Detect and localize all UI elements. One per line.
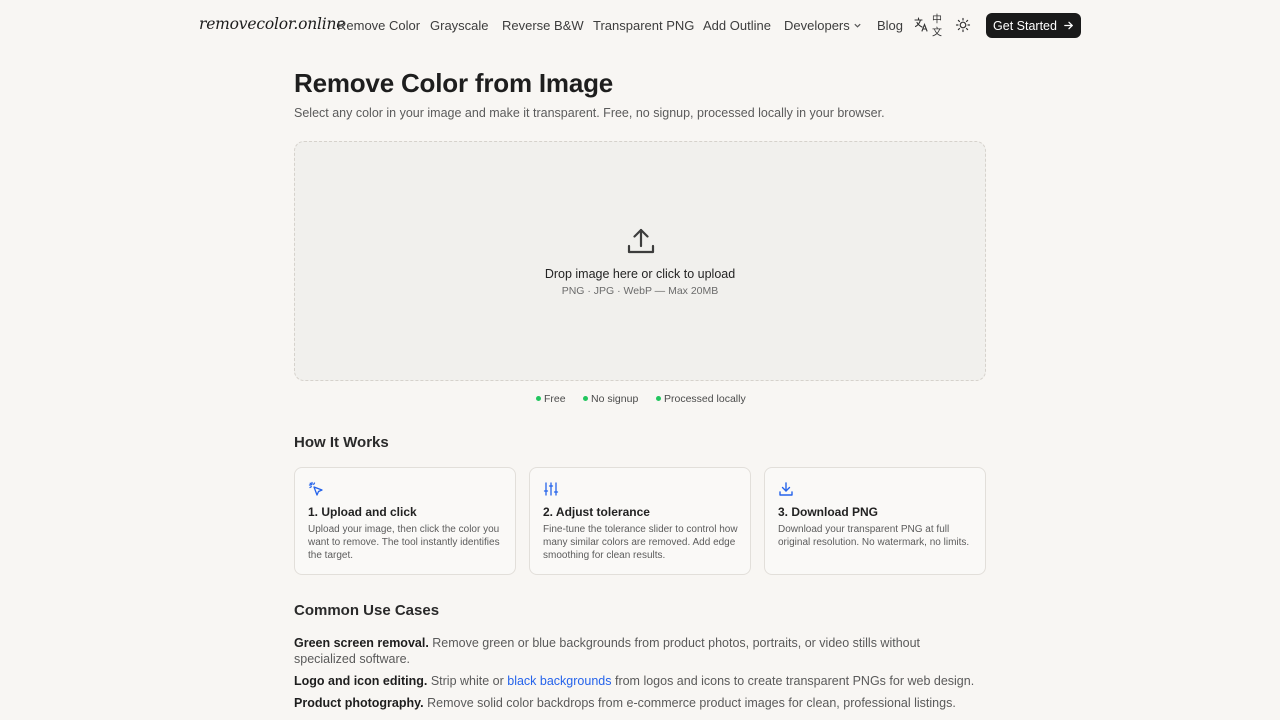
step-card-upload: 1. Upload and click Upload your image, t… <box>294 467 516 575</box>
get-started-label: Get Started <box>993 18 1057 33</box>
use-cases-heading: Common Use Cases <box>294 602 440 619</box>
page-subtitle: Select any color in your image and make … <box>294 106 885 120</box>
arrow-right-icon <box>1064 21 1073 30</box>
click-cursor-icon <box>308 481 323 496</box>
theme-toggle-button[interactable] <box>955 17 971 33</box>
nav-add-outline[interactable]: Add Outline <box>703 18 771 33</box>
site-logo[interactable]: removecolor.online <box>199 15 345 33</box>
dropzone-main-text: Drop image here or click to upload <box>544 267 736 281</box>
use-case-title: Product photography. <box>294 696 424 710</box>
step-description: Upload your image, then click the color … <box>308 524 500 561</box>
use-cases-list: Green screen removal. Remove green or bl… <box>294 635 984 717</box>
badge-label: Processed locally <box>664 393 746 405</box>
upload-icon <box>627 228 655 254</box>
badge-processed-locally: Processed locally <box>656 393 746 405</box>
get-started-button[interactable]: Get Started <box>986 13 1081 38</box>
badge-label: Free <box>544 393 566 405</box>
step-title: 3. Download PNG <box>778 505 879 519</box>
step-card-download: 3. Download PNG Download your transparen… <box>764 467 986 575</box>
status-dot-icon <box>583 395 588 401</box>
page-title: Remove Color from Image <box>294 68 614 98</box>
nav-remove-color[interactable]: Remove Color <box>337 18 420 33</box>
use-case-item: Green screen removal. Remove green or bl… <box>294 635 984 667</box>
status-dot-icon <box>536 395 541 401</box>
status-dot-icon <box>656 395 661 401</box>
badge-no-signup: No signup <box>583 393 638 405</box>
lang-glyph-bottom: 文 <box>932 26 942 39</box>
use-case-text: Strip white or <box>430 674 504 688</box>
use-case-text: from logos and icons to create transpare… <box>614 674 975 688</box>
step-title: 2. Adjust tolerance <box>543 505 650 519</box>
badge-label: No signup <box>591 393 639 405</box>
step-card-tolerance: 2. Adjust tolerance Fine-tune the tolera… <box>529 467 751 575</box>
nav-reverse-bw[interactable]: Reverse B&W <box>502 18 584 33</box>
step-description: Fine-tune the tolerance slider to contro… <box>543 524 738 561</box>
black-backgrounds-link[interactable]: black backgrounds <box>507 674 611 688</box>
sun-icon <box>955 17 971 33</box>
nav-blog[interactable]: Blog <box>877 18 903 33</box>
use-case-title: Logo and icon editing. <box>294 674 428 688</box>
step-title: 1. Upload and click <box>308 505 417 519</box>
upload-dropzone[interactable]: Drop image here or click to upload PNG ·… <box>294 141 986 381</box>
translate-icon: 中 文 <box>914 13 942 39</box>
top-navigation: removecolor.online Remove Color Grayscal… <box>0 0 1280 52</box>
lang-glyph-top: 中 <box>932 13 942 26</box>
step-description: Download your transparent PNG at full or… <box>778 524 970 548</box>
nav-grayscale[interactable]: Grayscale <box>430 18 489 33</box>
chevron-down-icon <box>854 23 861 28</box>
nav-transparent-png[interactable]: Transparent PNG <box>593 18 694 33</box>
download-icon <box>779 482 793 496</box>
dropzone-formats-text: PNG · JPG · WebP — Max 20MB <box>561 285 719 297</box>
language-switch-button[interactable]: 中 文 <box>913 12 943 40</box>
sliders-icon <box>543 482 559 496</box>
how-it-works-heading: How It Works <box>294 434 389 451</box>
use-case-title: Green screen removal. <box>294 636 429 650</box>
use-case-text: Remove solid color backdrops from e-comm… <box>427 696 956 710</box>
use-case-item: Product photography. Remove solid color … <box>294 695 984 711</box>
nav-developers-dropdown[interactable]: Developers <box>784 18 862 33</box>
nav-developers-label: Developers <box>784 18 850 33</box>
use-case-item: Logo and icon editing. Strip white or bl… <box>294 673 984 689</box>
badge-free: Free <box>536 393 566 405</box>
